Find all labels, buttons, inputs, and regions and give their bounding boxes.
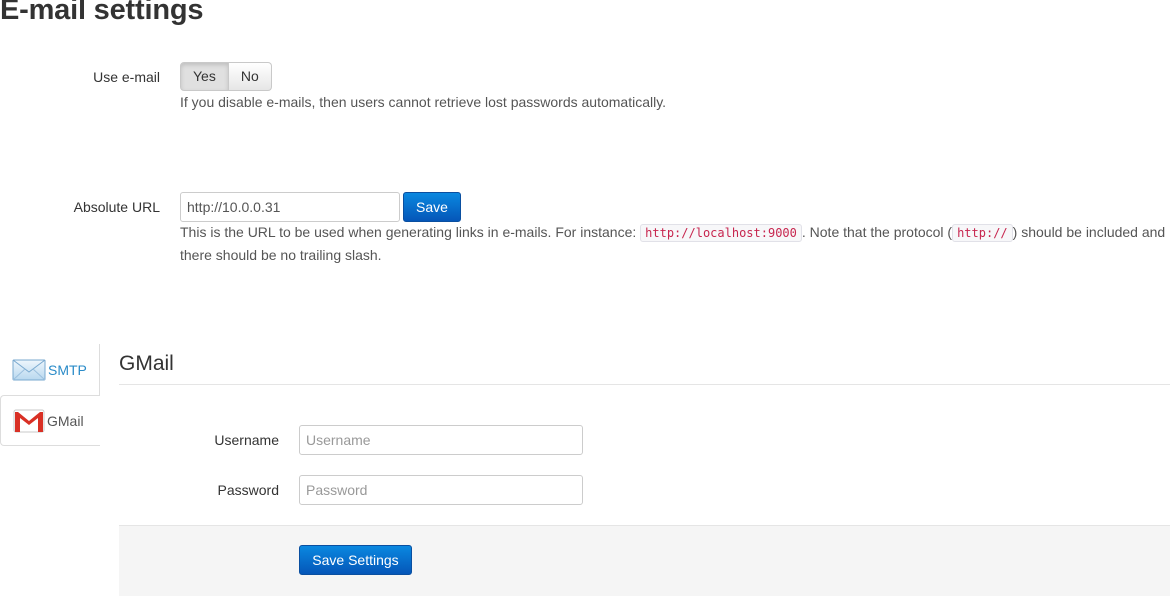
- gmail-icon: [13, 409, 45, 433]
- use-email-toggle[interactable]: Yes No: [180, 62, 272, 91]
- use-email-label: Use e-mail: [93, 69, 160, 85]
- use-email-yes-button[interactable]: Yes: [180, 62, 229, 91]
- tab-gmail[interactable]: GMail: [0, 395, 100, 446]
- tab-smtp[interactable]: SMTP: [0, 344, 100, 395]
- absolute-url-save-button[interactable]: Save: [403, 192, 461, 222]
- username-label: Username: [214, 432, 279, 448]
- tab-smtp-label: SMTP: [48, 361, 87, 378]
- absolute-url-label: Absolute URL: [73, 199, 160, 215]
- password-input[interactable]: [299, 475, 583, 505]
- absolute-url-input[interactable]: [180, 192, 400, 222]
- use-email-no-button[interactable]: No: [228, 62, 272, 91]
- email-provider-tabs: SMTP GMail: [0, 344, 100, 446]
- example-url-code: http://localhost:9000: [640, 224, 802, 242]
- page-title: E-mail settings: [0, 0, 204, 26]
- absolute-url-help: This is the URL to be used when generati…: [180, 224, 1166, 263]
- gmail-section-title: GMail: [119, 352, 174, 375]
- form-actions: [119, 525, 1170, 596]
- section-divider: [119, 384, 1170, 385]
- save-settings-button[interactable]: Save Settings: [299, 545, 412, 575]
- use-email-help: If you disable e-mails, then users canno…: [180, 94, 667, 110]
- tab-gmail-label: GMail: [47, 412, 84, 429]
- password-label: Password: [217, 482, 279, 498]
- username-input[interactable]: [299, 425, 583, 455]
- protocol-code: http://: [952, 224, 1013, 242]
- envelope-icon: [12, 358, 46, 382]
